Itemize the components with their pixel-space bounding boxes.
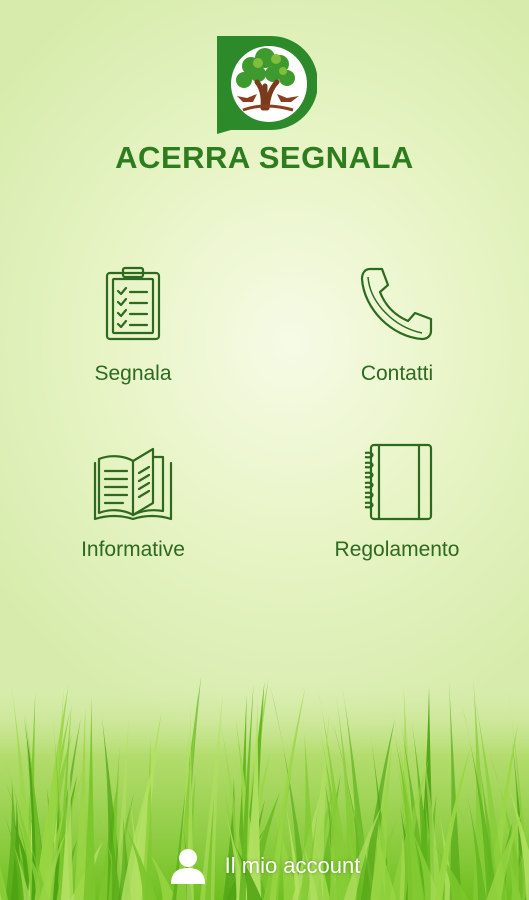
my-account-label: Il mio account xyxy=(224,853,361,878)
open-book-icon xyxy=(93,447,173,521)
app-title: ACERRA SEGNALA xyxy=(115,140,414,175)
menu-segnala-label: Segnala xyxy=(94,362,172,385)
menu-informative[interactable]: Informative xyxy=(33,443,233,573)
menu-contatti[interactable]: Contatti xyxy=(297,265,497,395)
menu-informative-label: Informative xyxy=(81,538,185,561)
my-account-button[interactable]: Il mio account xyxy=(0,846,529,886)
menu-regolamento-label: Regolamento xyxy=(334,538,460,561)
phone-handset-icon xyxy=(360,267,433,341)
app-screen: ACERRA SEGNALA Segnala Contatti Informat… xyxy=(0,0,529,900)
spiral-notebook-icon xyxy=(364,443,433,521)
menu-contatti-label: Contatti xyxy=(360,362,434,385)
menu-segnala[interactable]: Segnala xyxy=(33,265,233,395)
app-logo xyxy=(217,36,317,134)
clipboard-checklist-icon xyxy=(105,266,161,341)
menu-regolamento[interactable]: Regolamento xyxy=(297,443,497,573)
user-icon xyxy=(170,849,205,884)
